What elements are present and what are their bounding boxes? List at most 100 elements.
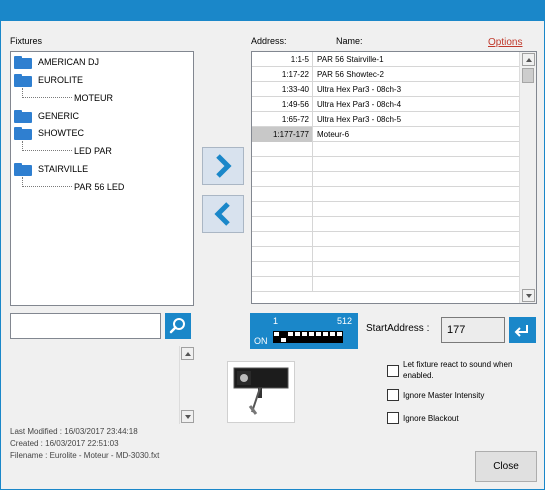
tree-node-eurolite[interactable]: EUROLITE [14, 71, 83, 89]
preview-scrollbar[interactable] [179, 346, 194, 424]
dip-switches [273, 331, 343, 343]
table-row[interactable] [252, 172, 520, 187]
address-cell [252, 277, 313, 292]
name-cell [314, 217, 520, 232]
name-cell [314, 247, 520, 262]
name-cell [314, 262, 520, 277]
tree-node-label: GENERIC [38, 111, 80, 121]
search-button[interactable] [165, 313, 191, 339]
table-row[interactable] [252, 232, 520, 247]
address-cell [252, 217, 313, 232]
tree-node-stairville[interactable]: STAIRVILLE [14, 160, 88, 178]
tree-node-showtec[interactable]: SHOWTEC [14, 124, 84, 142]
name-cell [314, 142, 520, 157]
tree-leaf-par-56-led[interactable]: PAR 56 LED [74, 178, 124, 196]
tree-node-label: SHOWTEC [38, 128, 84, 138]
table-row[interactable]: 1:49-56 Ultra Hex Par3 - 08ch-4 [252, 97, 520, 112]
address-cell: 1:177-177 [252, 127, 313, 142]
address-cell [252, 202, 313, 217]
table-row[interactable] [252, 202, 520, 217]
address-cell [252, 232, 313, 247]
dip-switch-display: 1 512 ON [250, 313, 358, 349]
ignore-master-intensity-checkbox[interactable] [387, 389, 399, 401]
ignore-blackout-checkbox[interactable] [387, 412, 399, 424]
table-row[interactable]: 1:33-40 Ultra Hex Par3 - 08ch-3 [252, 82, 520, 97]
name-cell: Ultra Hex Par3 - 08ch-3 [317, 85, 402, 94]
name-cell [314, 202, 520, 217]
name-cell [314, 187, 520, 202]
tree-node-american-dj[interactable]: AMERICAN DJ [14, 53, 99, 71]
patch-table[interactable]: 1:1-5 PAR 56 Stairville-1 1:17-22 PAR 56 Sh… [251, 51, 537, 304]
tree-connector [22, 141, 72, 151]
folder-icon [14, 109, 32, 123]
name-cell: PAR 56 Stairville-1 [317, 55, 384, 64]
name-cell: PAR 56 Showtec-2 [317, 70, 384, 79]
table-row[interactable] [252, 187, 520, 202]
tree-connector [22, 88, 72, 98]
table-row[interactable]: 1:65-72 Ultra Hex Par3 - 08ch-5 [252, 112, 520, 127]
scroll-up-icon[interactable] [522, 53, 535, 66]
fixtures-tree: AMERICAN DJ EUROLITE MOTEUR GENERIC SHOW… [10, 51, 194, 306]
fixture-patch-window: Fixtures Address: Name: Options AMERICAN… [0, 0, 545, 490]
address-cell: 1:1-5 [252, 52, 313, 67]
tree-node-generic[interactable]: GENERIC [14, 107, 79, 125]
arrow-left-icon [214, 202, 230, 226]
name-cell: Ultra Hex Par3 - 08ch-4 [317, 100, 402, 109]
address-cell: 1:17-22 [252, 67, 313, 82]
name-cell [314, 172, 520, 187]
table-row[interactable] [252, 277, 520, 292]
address-cell [252, 262, 313, 277]
react-to-sound-label: Let fixture react to sound when enabled. [403, 360, 513, 380]
apply-address-button[interactable] [509, 317, 536, 343]
folder-icon [14, 126, 32, 140]
enter-icon [514, 325, 528, 337]
address-cell: 1:49-56 [252, 97, 313, 112]
last-modified-text: Last Modified : 16/03/2017 23:44:18 [10, 427, 138, 436]
search-input[interactable] [10, 313, 161, 339]
table-row[interactable]: 1:177-177 Moteur-6 [252, 127, 520, 142]
scroll-down-icon[interactable] [522, 289, 535, 302]
tree-leaf-led-par[interactable]: LED PAR [74, 142, 112, 160]
ignore-blackout-label: Ignore Blackout [403, 414, 459, 423]
dip-on-label: ON [254, 336, 268, 346]
table-row[interactable] [252, 262, 520, 277]
folder-icon [14, 73, 32, 87]
dip-low-label: 1 [273, 316, 279, 326]
table-row[interactable] [252, 142, 520, 157]
name-cell [314, 232, 520, 247]
tree-node-label: EUROLITE [38, 75, 84, 85]
add-fixture-button[interactable] [202, 147, 244, 185]
address-cell [252, 142, 313, 157]
scroll-thumb[interactable] [522, 68, 534, 83]
react-to-sound-checkbox[interactable] [387, 365, 399, 377]
table-row[interactable]: 1:1-5 PAR 56 Stairville-1 [252, 52, 520, 67]
tree-node-label: STAIRVILLE [38, 164, 89, 174]
name-cell: Ultra Hex Par3 - 08ch-5 [317, 115, 402, 124]
arrow-right-icon [216, 154, 232, 178]
folder-icon [14, 162, 32, 176]
table-row[interactable] [252, 157, 520, 172]
table-row[interactable] [252, 247, 520, 262]
remove-fixture-button[interactable] [202, 195, 244, 233]
scroll-down-icon[interactable] [181, 410, 194, 423]
address-cell [252, 172, 313, 187]
fixtures-label: Fixtures [10, 36, 43, 46]
title-bar[interactable] [1, 1, 544, 21]
table-row[interactable] [252, 217, 520, 232]
name-cell [314, 277, 520, 292]
start-address-input[interactable] [441, 317, 505, 343]
table-row[interactable]: 1:17-22 PAR 56 Showtec-2 [252, 67, 520, 82]
tree-node-label: AMERICAN DJ [38, 57, 100, 67]
name-cell: Moteur-6 [317, 130, 350, 139]
address-cell: 1:33-40 [252, 82, 313, 97]
tree-connector [22, 177, 72, 187]
options-link[interactable]: Options [488, 37, 522, 48]
name-cell [314, 157, 520, 172]
scroll-up-icon[interactable] [181, 347, 194, 360]
address-header: Address: [251, 36, 287, 46]
close-button[interactable]: Close [475, 451, 537, 482]
tree-leaf-moteur[interactable]: MOTEUR [74, 89, 113, 107]
address-cell [252, 247, 313, 262]
table-scrollbar[interactable] [519, 52, 536, 303]
name-header: Name: [336, 36, 363, 46]
